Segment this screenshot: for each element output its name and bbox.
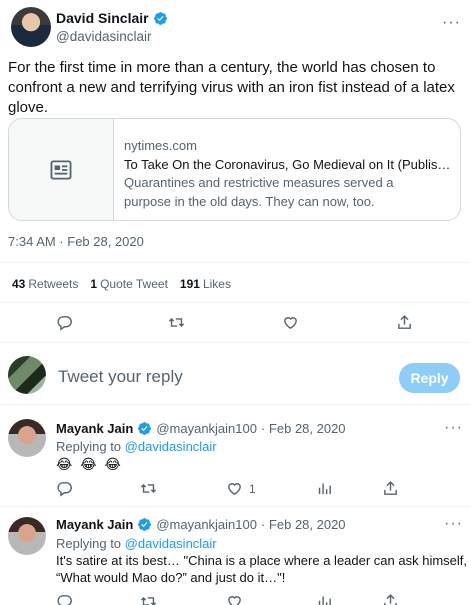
reply-date[interactable]: · Feb 28, 2020 bbox=[261, 517, 346, 532]
more-options-icon[interactable]: ··· bbox=[444, 515, 463, 533]
reply-text: 😂 😂 😂 bbox=[56, 456, 123, 472]
divider bbox=[0, 262, 471, 263]
reply-icon bbox=[57, 316, 72, 331]
like-button[interactable]: 1 bbox=[226, 480, 256, 497]
divider bbox=[0, 506, 471, 507]
replying-to-handle[interactable]: @davidasinclair bbox=[125, 439, 217, 454]
reply-icon bbox=[57, 482, 72, 497]
quotes-count: 1 bbox=[90, 277, 98, 291]
reply-input[interactable]: Tweet your reply bbox=[58, 367, 183, 387]
reply-icon bbox=[57, 595, 72, 605]
reply-author-avatar[interactable] bbox=[8, 517, 46, 555]
retweet-icon bbox=[168, 317, 185, 328]
more-options-icon[interactable]: ··· bbox=[442, 14, 461, 32]
reply-author-handle[interactable]: @mayankjain100 bbox=[156, 517, 257, 532]
verified-badge-icon bbox=[138, 422, 152, 435]
divider bbox=[0, 342, 471, 343]
replying-to-line: Replying to @davidasinclair bbox=[56, 438, 217, 455]
like-icon bbox=[228, 596, 241, 605]
author-name[interactable]: David Sinclair bbox=[56, 10, 149, 26]
tweet-header: David Sinclair @davidasinclair ··· bbox=[8, 4, 463, 48]
like-button[interactable] bbox=[282, 314, 299, 331]
reply-button[interactable] bbox=[56, 480, 73, 497]
verified-badge-icon bbox=[138, 518, 152, 531]
reply-header: Mayank Jain @mayankjain100 · Feb 28, 202… bbox=[56, 517, 346, 532]
retweets-stat[interactable]: 43 Retweets bbox=[12, 277, 78, 291]
analytics-button[interactable] bbox=[316, 480, 333, 497]
retweets-count: 43 bbox=[12, 277, 26, 291]
reply-author-name[interactable]: Mayank Jain bbox=[56, 421, 133, 436]
quotes-label: Quote Tweet bbox=[100, 277, 168, 291]
retweets-label: Retweets bbox=[28, 277, 79, 291]
card-description: Quarantines and restrictive measures ser… bbox=[124, 175, 394, 209]
reply-header: Mayank Jain @mayankjain100 · Feb 28, 202… bbox=[56, 421, 346, 436]
reply-date[interactable]: · Feb 28, 2020 bbox=[261, 421, 346, 436]
retweet-button[interactable] bbox=[140, 593, 157, 605]
reply-text-line-2: “What would Mao do?” and just do it…"! bbox=[56, 570, 286, 585]
share-icon bbox=[398, 315, 411, 329]
retweet-icon bbox=[140, 596, 157, 605]
divider bbox=[0, 404, 471, 405]
share-icon bbox=[384, 594, 397, 605]
like-icon bbox=[284, 317, 297, 329]
card-domain: nytimes.com bbox=[124, 138, 197, 153]
card-media bbox=[9, 119, 114, 220]
author-name-line[interactable]: David Sinclair bbox=[56, 10, 168, 26]
analytics-icon bbox=[318, 483, 331, 495]
tweet-timestamp[interactable]: 7:34 AM · Feb 28, 2020 bbox=[8, 234, 144, 249]
share-button[interactable] bbox=[396, 314, 413, 331]
share-button[interactable] bbox=[382, 480, 399, 497]
replying-to-handle[interactable]: @davidasinclair bbox=[125, 536, 217, 551]
like-button[interactable] bbox=[226, 593, 243, 605]
reply-author-handle[interactable]: @mayankjain100 bbox=[156, 421, 257, 436]
link-card[interactable]: nytimes.com To Take On the Coronavirus, … bbox=[8, 118, 461, 221]
analytics-button[interactable] bbox=[316, 593, 333, 605]
current-user-avatar[interactable] bbox=[8, 356, 46, 394]
reply-author-name[interactable]: Mayank Jain bbox=[56, 517, 133, 532]
divider bbox=[0, 302, 471, 303]
like-count: 1 bbox=[249, 481, 256, 496]
replying-to-label: Replying to bbox=[56, 536, 122, 551]
tweet-text: For the first time in more than a centur… bbox=[8, 59, 455, 116]
article-icon bbox=[50, 159, 72, 180]
reply-author-avatar[interactable] bbox=[8, 419, 46, 457]
verified-badge-icon bbox=[153, 11, 167, 25]
share-icon bbox=[384, 481, 397, 495]
reply-button[interactable] bbox=[56, 314, 73, 331]
likes-label: Likes bbox=[202, 277, 231, 291]
author-avatar[interactable] bbox=[11, 7, 51, 47]
retweet-button[interactable] bbox=[140, 480, 157, 497]
like-icon bbox=[228, 483, 241, 495]
reply-action-bar: 1 bbox=[0, 480, 471, 504]
card-title: To Take On the Coronavirus, Go Medieval … bbox=[124, 156, 452, 172]
more-options-icon[interactable]: ··· bbox=[444, 419, 463, 437]
reply-action-bar bbox=[0, 593, 471, 605]
replying-to-label: Replying to bbox=[56, 439, 122, 454]
reply-text-line-1: It's satire at its best… "China is a pla… bbox=[56, 553, 468, 568]
retweet-icon bbox=[140, 483, 157, 494]
analytics-icon bbox=[318, 596, 331, 605]
engagement-stats: 43 Retweets 1 Quote Tweet 191 Likes bbox=[12, 277, 231, 291]
likes-count: 191 bbox=[179, 277, 200, 291]
card-body: nytimes.com To Take On the Coronavirus, … bbox=[114, 119, 452, 220]
reply-submit-button[interactable]: Reply bbox=[399, 363, 460, 393]
reply-button[interactable] bbox=[56, 593, 73, 605]
quote-tweets-stat[interactable]: 1 Quote Tweet bbox=[90, 277, 168, 291]
author-handle[interactable]: @davidasinclair bbox=[56, 29, 152, 44]
retweet-button[interactable] bbox=[168, 314, 185, 331]
likes-stat[interactable]: 191 Likes bbox=[180, 277, 231, 291]
replying-to-line: Replying to @davidasinclair bbox=[56, 535, 217, 552]
tweet-action-bar bbox=[0, 314, 471, 338]
share-button[interactable] bbox=[382, 593, 399, 605]
